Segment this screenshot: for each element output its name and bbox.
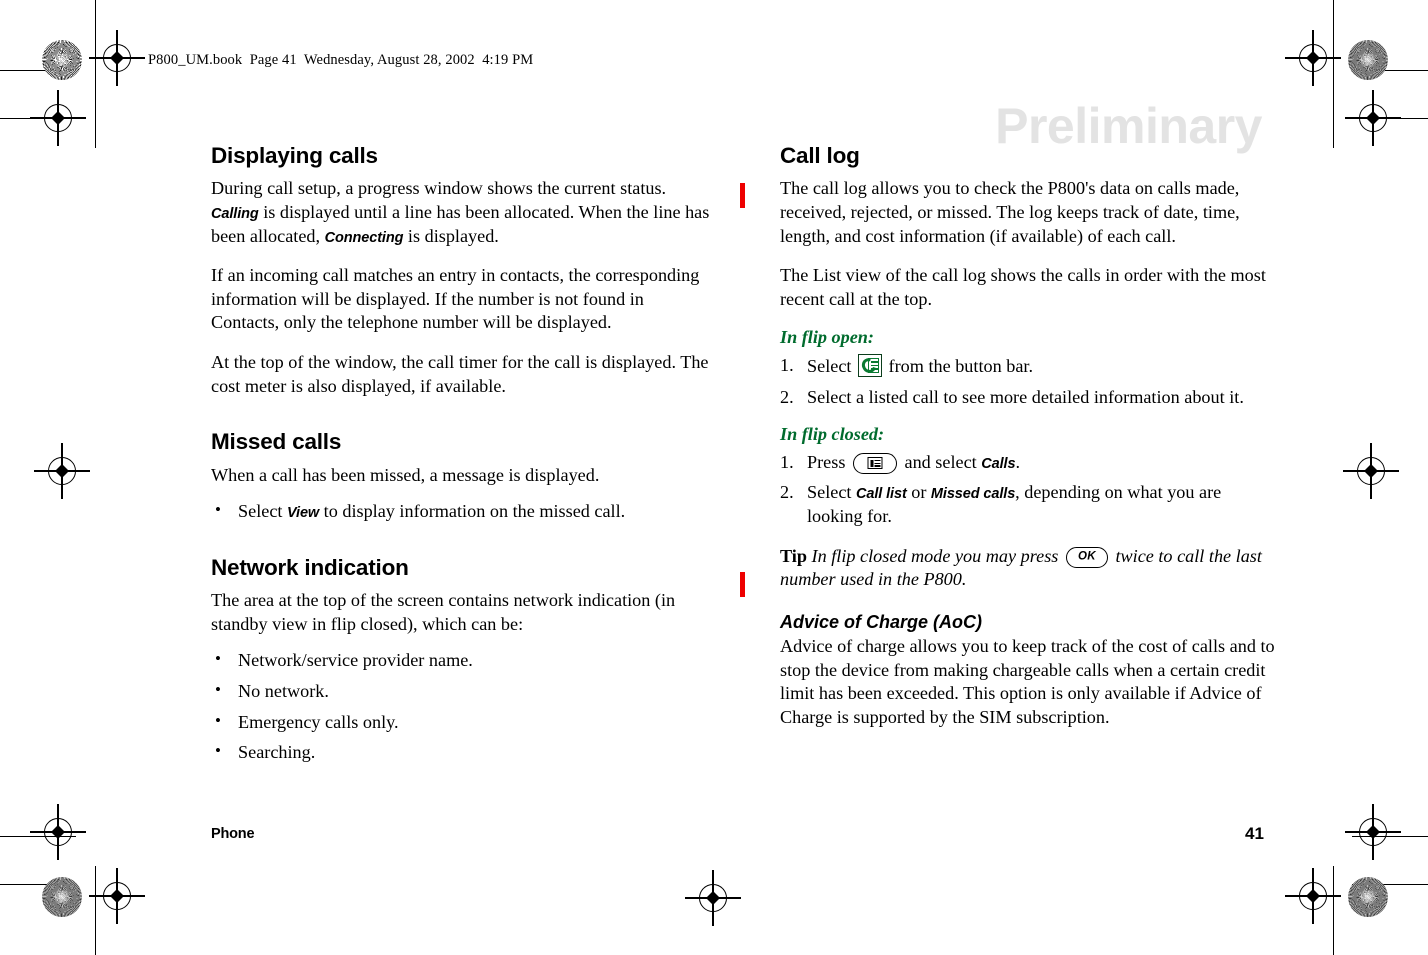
list-item: 2. Select Call list or Missed calls, depe… bbox=[780, 481, 1280, 528]
tip-label: Tip bbox=[780, 545, 807, 566]
heading-displaying-calls: Displaying calls bbox=[211, 143, 378, 168]
paragraph-list-view: The List view of the call log shows the … bbox=[780, 265, 1266, 309]
left-column: Displaying calls During call setup, a pr… bbox=[211, 143, 711, 772]
list-item: Select View to display information on th… bbox=[211, 499, 711, 524]
paragraph-missed-call-message: When a call has been missed, a message i… bbox=[211, 464, 600, 485]
text-run: During call setup, a progress window sho… bbox=[211, 178, 667, 199]
list-missed-calls: Select View to display information on th… bbox=[211, 499, 711, 524]
ok-key-icon[interactable]: OK bbox=[1065, 546, 1108, 568]
step-number: 2. bbox=[780, 482, 794, 503]
ui-label-missed-calls: Missed calls bbox=[930, 486, 1016, 503]
menu-key-icon[interactable] bbox=[852, 452, 897, 474]
step-number: 1. bbox=[780, 451, 794, 472]
paragraph-call-setup: During call setup, a progress window sho… bbox=[211, 177, 711, 248]
step-number: 1. bbox=[780, 355, 794, 376]
text-run: to display information on the missed cal… bbox=[319, 501, 626, 522]
ok-key-label: OK bbox=[1077, 550, 1096, 563]
footer-chapter-name: Phone bbox=[211, 826, 255, 842]
list-item: 1. Select from the button bar. bbox=[780, 354, 1280, 379]
text-run: In flip closed mode you may press bbox=[806, 545, 1063, 566]
heading-in-flip-closed: In flip closed: bbox=[780, 423, 885, 444]
change-bar-tip bbox=[740, 572, 745, 597]
ui-label-connecting: Connecting bbox=[324, 229, 404, 246]
footer-page-number: 41 bbox=[1245, 824, 1264, 843]
heading-call-log: Call log bbox=[780, 143, 860, 168]
step-number: 2. bbox=[780, 387, 794, 408]
text-run: from the button bar. bbox=[884, 356, 1034, 377]
tip-paragraph: Tip In flip closed mode you may press OK… bbox=[780, 545, 1280, 592]
paragraph-advice-of-charge: Advice of charge allows you to keep trac… bbox=[780, 636, 1275, 728]
text-run: Select a listed call to see more detaile… bbox=[807, 387, 1244, 408]
list-item: Emergency calls only. bbox=[211, 710, 711, 735]
list-item: Network/service provider name. bbox=[211, 648, 711, 673]
steps-flip-closed: 1. Press and select Calls. 2. Select Call … bbox=[780, 451, 1280, 529]
paragraph-incoming-call-match: If an incoming call matches an entry in … bbox=[211, 265, 700, 333]
list-item: 1. Press and select Calls. bbox=[780, 451, 1280, 475]
text-run: . bbox=[1015, 451, 1020, 472]
text-run: and select bbox=[899, 451, 982, 472]
ui-label-view: View bbox=[287, 505, 320, 522]
section-network-indication: Network indication The area at the top o… bbox=[211, 555, 711, 765]
ui-label-calling: Calling bbox=[211, 205, 259, 222]
ui-label-calls: Calls bbox=[981, 455, 1016, 472]
section-missed-calls: Missed calls When a call has been missed… bbox=[211, 429, 711, 524]
text-run: or bbox=[906, 482, 931, 503]
paragraph-call-log-intro: The call log allows you to check the P80… bbox=[780, 178, 1240, 246]
section-displaying-calls: Displaying calls During call setup, a pr… bbox=[211, 143, 711, 398]
paragraph-call-timer: At the top of the window, the call timer… bbox=[211, 352, 709, 396]
heading-missed-calls: Missed calls bbox=[211, 429, 342, 455]
heading-network-indication: Network indication bbox=[211, 554, 409, 580]
list-item: Searching. bbox=[211, 740, 711, 765]
text-run: is displayed. bbox=[403, 225, 499, 246]
list-network-indications: Network/service provider name. No networ… bbox=[211, 648, 711, 765]
text-run: Select bbox=[807, 482, 856, 503]
heading-advice-of-charge: Advice of Charge (AoC) bbox=[780, 612, 983, 633]
text-run: Select bbox=[238, 501, 287, 522]
list-item: 2. Select a listed call to see more detai… bbox=[780, 386, 1280, 410]
list-item: No network. bbox=[211, 679, 711, 704]
ui-label-call-list: Call list bbox=[856, 486, 907, 503]
heading-in-flip-open: In flip open: bbox=[780, 327, 874, 348]
text-run: Press bbox=[807, 451, 850, 472]
text-run: Select bbox=[807, 356, 856, 377]
change-bar-call-log bbox=[740, 183, 745, 208]
right-column: Call log The call log allows you to chec… bbox=[780, 143, 1280, 746]
steps-flip-open: 1. Select from the button bar. 2. Select a… bbox=[780, 354, 1280, 409]
page-content: Displaying calls During call setup, a pr… bbox=[0, 0, 1428, 955]
paragraph-network-area: The area at the top of the screen contai… bbox=[211, 590, 676, 634]
call-log-icon[interactable] bbox=[858, 354, 882, 378]
